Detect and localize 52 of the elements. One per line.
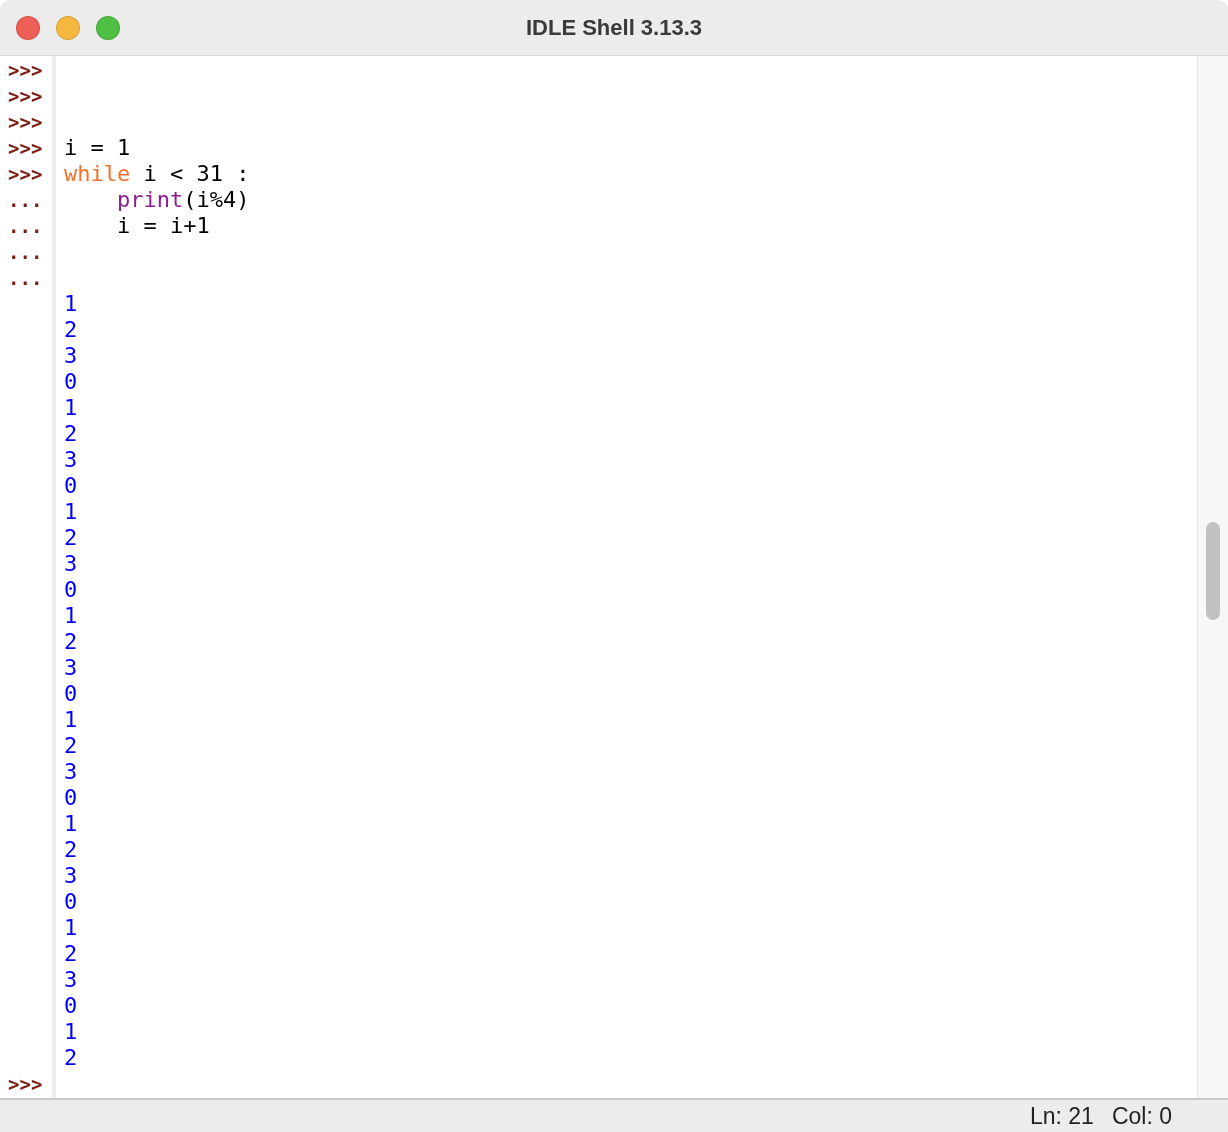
scrollbar-thumb[interactable] [1206, 522, 1220, 620]
shell-prompt: >>> [7, 1073, 43, 1095]
output-line: 0 [64, 369, 78, 394]
output-line: 3 [64, 759, 78, 784]
output-line: 0 [64, 785, 78, 810]
close-button[interactable] [16, 15, 40, 40]
output-line: 3 [64, 551, 78, 576]
output-line: 0 [64, 577, 78, 602]
output-line: 3 [64, 447, 78, 472]
output-line: 3 [64, 967, 78, 992]
output-line: 2 [64, 733, 78, 758]
output-line: 1 [64, 915, 78, 940]
output-line: 2 [64, 941, 78, 966]
code-line: while i < 31 : [64, 161, 250, 186]
output-line: 1 [64, 811, 78, 836]
line-number-status: Ln: 21 [1029, 1102, 1094, 1130]
output-line: 0 [64, 993, 78, 1018]
window-title: IDLE Shell 3.13.3 [525, 14, 703, 41]
shell-prompt: >>> [7, 85, 43, 107]
shell-prompt: >>> [7, 163, 43, 185]
output-line: 0 [64, 473, 78, 498]
output-line: 2 [64, 1045, 78, 1070]
column-number-status: Col: 0 [1111, 1102, 1172, 1130]
zoom-button[interactable] [96, 15, 120, 40]
shell-prompt: >>> [7, 137, 43, 159]
output-line: 3 [64, 863, 78, 888]
shell-prompt: ... [7, 241, 43, 263]
output-line: 2 [64, 317, 78, 342]
output-line: 0 [64, 889, 78, 914]
code-line: i = i+1 [116, 213, 210, 238]
output-line: 2 [64, 629, 78, 654]
output-line: 1 [64, 499, 78, 524]
shell-prompt: >>> [7, 111, 43, 133]
output-line: 3 [64, 343, 78, 368]
scrollbar-track[interactable] [1197, 56, 1228, 1098]
minimize-button[interactable] [56, 15, 80, 40]
output-line: 2 [64, 421, 78, 446]
output-line: 1 [64, 395, 78, 420]
output-line: 1 [64, 603, 78, 628]
output-line: 3 [64, 655, 78, 680]
output-line: 2 [64, 525, 78, 550]
shell-prompt: ... [7, 189, 43, 211]
output-line: 1 [64, 707, 78, 732]
shell-prompt: ... [7, 215, 43, 237]
code-line: print(i%4) [116, 187, 250, 212]
shell-prompt: >>> [7, 59, 43, 81]
code-line: i = 1 [64, 135, 131, 160]
output-line: 0 [64, 681, 78, 706]
output-line: 1 [64, 291, 78, 316]
output-line: 2 [64, 837, 78, 862]
output-line: 1 [64, 1019, 78, 1044]
shell-prompt: ... [7, 267, 43, 289]
